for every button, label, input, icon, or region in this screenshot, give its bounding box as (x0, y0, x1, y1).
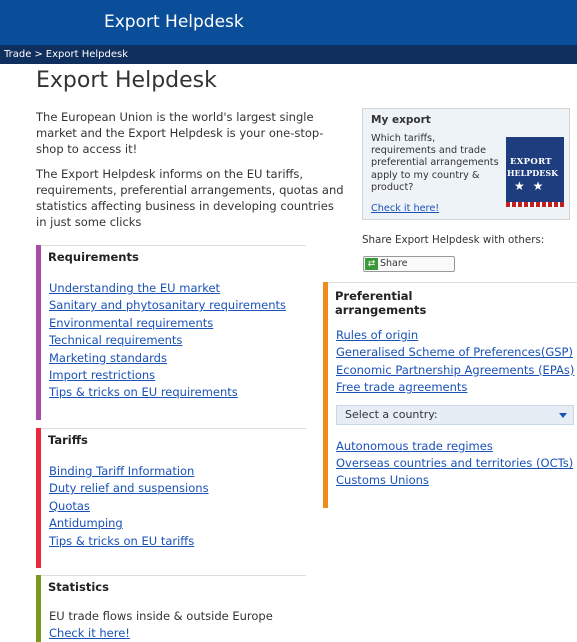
statistics-text: EU trade flows inside & outside Europe (49, 609, 273, 623)
tariffs-box: Tariffs Binding Tariff Information Duty … (36, 428, 306, 568)
statistics-content: EU trade flows inside & outside Europe C… (41, 598, 306, 642)
preferential-links-2: Autonomous trade regimes Overseas countr… (328, 425, 577, 490)
chevron-down-icon (559, 412, 567, 418)
my-export-heading: My export (371, 114, 431, 126)
link-quotas[interactable]: Quotas (49, 499, 90, 513)
link-marketing-standards[interactable]: Marketing standards (49, 351, 167, 365)
link-autonomous-trade-regimes[interactable]: Autonomous trade regimes (336, 439, 493, 453)
link-epas[interactable]: Economic Partnership Agreements (EPAs) (336, 363, 574, 377)
link-tips-tariffs[interactable]: Tips & tricks on EU tariffs (49, 534, 194, 548)
intro-paragraph-1: The European Union is the world's larges… (36, 110, 324, 156)
statistics-box: Statistics EU trade flows inside & outsi… (36, 575, 306, 642)
statistics-check-link[interactable]: Check it here! (49, 626, 130, 640)
preferential-heading-line2: arrangements (335, 303, 427, 317)
preferential-heading-line1: Preferential (335, 289, 413, 303)
stars-icon: ★ ★ (514, 179, 546, 193)
share-button[interactable]: ⇄ Share (363, 256, 455, 272)
link-sanitary-phytosanitary[interactable]: Sanitary and phytosanitary requirements (49, 298, 286, 312)
link-gsp[interactable]: Generalised Scheme of Preferences(GSP) (336, 345, 573, 359)
requirements-box: Requirements Understanding the EU market… (36, 245, 306, 420)
link-customs-unions[interactable]: Customs Unions (336, 473, 429, 487)
logo-text-helpdesk: HELPDESK (507, 168, 559, 178)
preferential-box: Preferential arrangements Rules of origi… (323, 282, 577, 508)
link-rules-of-origin[interactable]: Rules of origin (336, 328, 418, 342)
breadcrumb: Trade > Export Helpdesk (0, 45, 577, 64)
preferential-heading: Preferential arrangements (328, 282, 577, 317)
header-bar: Export Helpdesk (0, 0, 577, 45)
header-title: Export Helpdesk (104, 12, 244, 32)
share-icon: ⇄ (365, 258, 378, 270)
link-octs[interactable]: Overseas countries and territories (OCTs… (336, 456, 573, 470)
link-technical-requirements[interactable]: Technical requirements (49, 333, 182, 347)
link-import-restrictions[interactable]: Import restrictions (49, 368, 155, 382)
link-free-trade-agreements[interactable]: Free trade agreements (336, 380, 467, 394)
breadcrumb-separator: > (34, 49, 43, 60)
my-export-text: Which tariffs, requirements and trade pr… (371, 133, 499, 193)
link-environmental-requirements[interactable]: Environmental requirements (49, 316, 213, 330)
breadcrumb-item-current: Export Helpdesk (45, 49, 128, 60)
logo-text-export: EXPORT (510, 157, 552, 167)
link-understanding-eu-market[interactable]: Understanding the EU market (49, 281, 220, 295)
my-export-panel: My export Which tariffs, requirements an… (362, 108, 570, 220)
tariffs-heading: Tariffs (41, 428, 306, 451)
link-tips-requirements[interactable]: Tips & tricks on EU requirements (49, 385, 238, 399)
preferential-links: Rules of origin Generalised Scheme of Pr… (328, 317, 577, 397)
flag-stripe (506, 202, 564, 207)
link-binding-tariff-information[interactable]: Binding Tariff Information (49, 464, 194, 478)
my-export-check-link[interactable]: Check it here! (371, 203, 439, 214)
country-select[interactable]: Select a country: (336, 404, 574, 425)
export-helpdesk-logo[interactable]: EXPORT HELPDESK ★ ★ (506, 137, 564, 207)
requirements-heading: Requirements (41, 245, 306, 268)
page-title: Export Helpdesk (36, 68, 217, 93)
share-button-label: Share (380, 258, 408, 269)
breadcrumb-item-trade[interactable]: Trade (4, 49, 31, 60)
link-antidumping[interactable]: Antidumping (49, 516, 123, 530)
statistics-heading: Statistics (41, 575, 306, 598)
intro-paragraph-2: The Export Helpdesk informs on the EU ta… (36, 167, 344, 229)
tariffs-links: Binding Tariff Information Duty relief a… (41, 451, 306, 550)
requirements-links: Understanding the EU market Sanitary and… (41, 268, 306, 402)
country-select-label: Select a country: (345, 407, 438, 421)
share-text: Share Export Helpdesk with others: (362, 234, 545, 246)
link-duty-relief[interactable]: Duty relief and suspensions (49, 481, 209, 495)
